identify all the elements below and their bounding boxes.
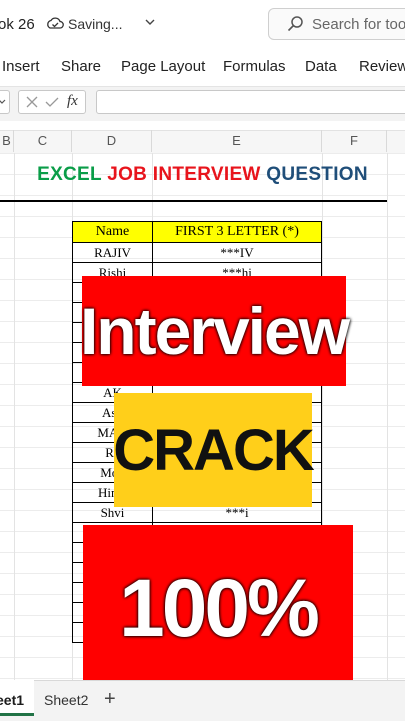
masked-cell[interactable]: ***IV [152,242,322,263]
table-row: RAJIV ***IV [72,242,322,263]
grid-line [0,216,405,217]
grid-line [0,153,405,154]
cancel-icon[interactable] [25,95,39,109]
chevron-down-icon[interactable] [144,16,156,28]
title-border [0,200,387,202]
chevron-down-icon [0,99,6,104]
title-excel: EXCEL [37,164,102,185]
grid-line [387,153,388,680]
cloud-sync-icon [47,17,64,29]
interview-banner: Interview [80,276,350,386]
column-header-e[interactable]: E [152,130,322,152]
tab-page-layout[interactable]: Page Layout [121,58,205,75]
save-status: Saving... [68,16,123,32]
check-icon[interactable] [45,95,59,109]
tab-review[interactable]: Review [359,58,405,75]
search-placeholder: Search for tool [312,16,405,33]
title-job-interview: JOB INTERVIEW [107,164,261,185]
formula-controls: fx [18,90,86,114]
grid-line [0,195,405,196]
name-box[interactable] [0,90,10,114]
search-icon [287,16,303,32]
formula-input[interactable] [96,90,405,114]
header-name[interactable]: Name [72,221,153,243]
tab-data[interactable]: Data [305,58,337,75]
workbook-name[interactable]: ok 26 [0,16,35,33]
tab-share[interactable]: Share [61,58,101,75]
grid-line [14,153,15,680]
tab-insert[interactable]: Insert [2,58,40,75]
tab-formulas[interactable]: Formulas [223,58,286,75]
column-header-c[interactable]: C [14,130,72,152]
sheet2-tab-label[interactable]: Sheet2 [44,692,88,708]
header-first-3-letter[interactable]: FIRST 3 LETTER (*) [152,221,322,243]
fx-icon[interactable]: fx [67,93,78,110]
sheet1-tab-label[interactable]: eet1 [0,692,24,708]
name-cell[interactable]: RAJIV [72,242,153,263]
column-header-f[interactable]: F [322,130,387,152]
sheet-title: EXCEL JOB INTERVIEW QUESTION [0,164,405,186]
title-question: QUESTION [266,164,368,185]
percent-banner: 100% [83,525,353,692]
crack-banner: CRACK [113,393,315,507]
column-header-d[interactable]: D [72,130,152,152]
table-header-row: Name FIRST 3 LETTER (*) [72,221,322,243]
add-sheet-button[interactable]: + [104,688,116,711]
column-header-b[interactable]: B [0,130,14,152]
